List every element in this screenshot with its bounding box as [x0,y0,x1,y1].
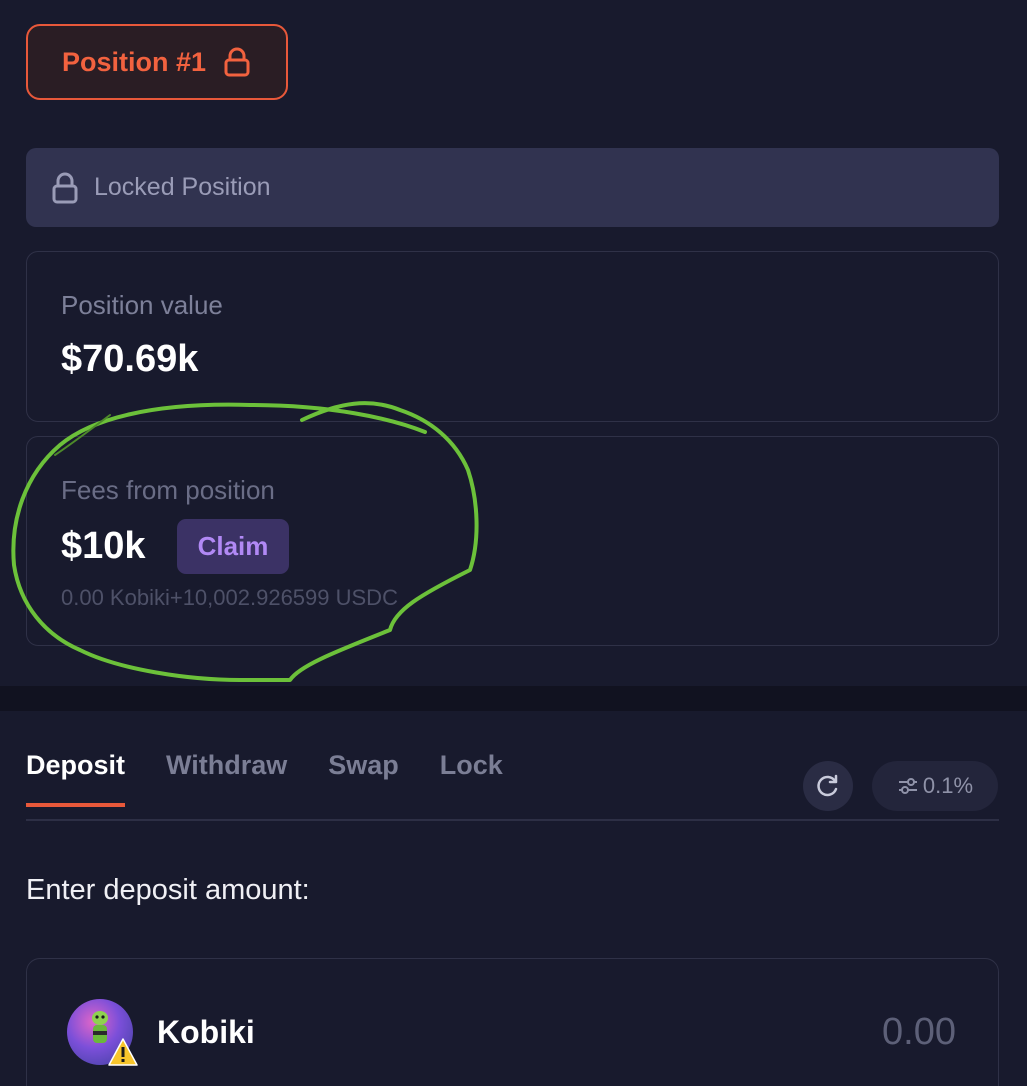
slippage-value: 0.1% [922,773,974,798]
claim-button[interactable]: Claim [177,519,289,574]
warning-icon [108,1038,138,1066]
position-button[interactable]: Position #1 [26,24,288,100]
token-name: Kobiki [157,1014,255,1050]
tabs-underline [26,819,999,821]
fees-detail: 0.00 Kobiki+10,002.926599 USDC [61,585,398,610]
position-value-label: Position value [61,290,223,320]
fees-amount: $10k [61,525,146,567]
lock-icon [52,172,78,203]
sliders-icon [898,778,917,794]
tab-withdraw[interactable]: Withdraw [166,750,287,807]
deposit-token-card[interactable]: Kobiki 0.00 [26,958,999,1086]
slippage-settings-button[interactable]: 0.1% [872,761,998,811]
position-value-card: Position value $70.69k [26,251,999,422]
action-tabs: Deposit Withdraw Swap Lock [26,750,544,807]
lock-icon [224,47,250,77]
refresh-button[interactable] [803,761,853,811]
fees-label: Fees from position [61,475,275,505]
tab-swap[interactable]: Swap [328,750,399,807]
deposit-prompt: Enter deposit amount: [26,874,310,906]
refresh-icon [817,774,838,797]
deposit-amount-input[interactable]: 0.00 [882,1011,956,1054]
tab-lock[interactable]: Lock [440,750,503,807]
page: Position #1 Locked Position Position val… [0,0,1027,1086]
fees-card: Fees from position $10k Claim 0.00 Kobik… [26,436,999,646]
locked-position-banner: Locked Position [26,148,999,227]
position-label: Position #1 [61,46,207,77]
locked-position-label: Locked Position [94,173,271,201]
kobiki-token-avatar [67,999,138,1066]
tab-deposit[interactable]: Deposit [26,750,126,807]
section-divider [0,686,1027,711]
position-value-amount: $70.69k [61,338,199,380]
